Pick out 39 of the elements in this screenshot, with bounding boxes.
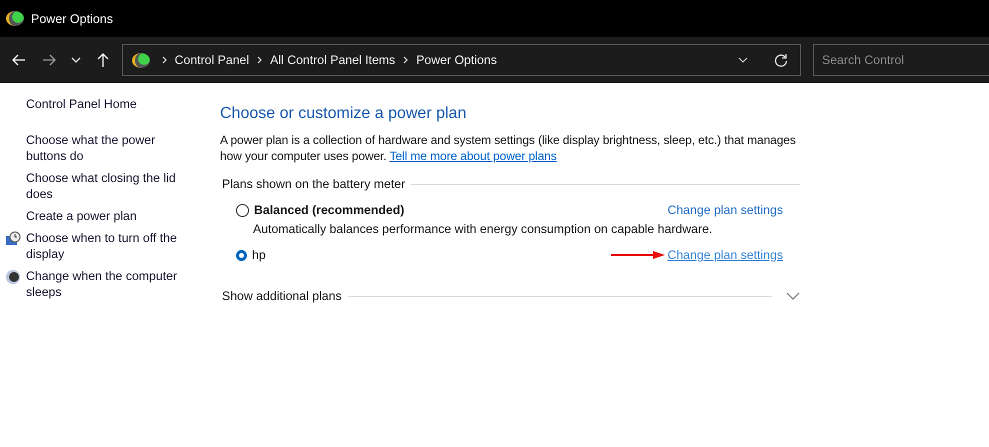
monitor-clock-icon bbox=[5, 231, 21, 247]
up-arrow-icon bbox=[96, 53, 109, 67]
arrow-annotation bbox=[611, 251, 666, 259]
sidebar-link[interactable]: Choose what the power buttons do bbox=[26, 132, 191, 164]
breadcrumb[interactable]: Control Panel bbox=[174, 53, 250, 67]
sidebar-link[interactable]: Control Panel Home bbox=[26, 96, 191, 112]
change-plan-settings-link[interactable]: Change plan settings bbox=[667, 248, 783, 262]
forward-arrow-icon bbox=[42, 54, 56, 66]
refresh-icon[interactable] bbox=[774, 53, 788, 67]
sidebar-link[interactable]: Choose what closing the lid does bbox=[26, 170, 191, 202]
chevron-icon bbox=[403, 56, 408, 64]
description-text: A power plan is a collection of hardware and system settings (like display brightness, sleep, etc.) that manages how your computer uses power. Tell me more about power plans bbox=[220, 132, 797, 164]
plan-description: Automatically balances performance with energy consumption on capable hardware. bbox=[252, 222, 714, 236]
power-options-icon bbox=[6, 11, 24, 26]
chevron-icon bbox=[162, 56, 167, 64]
plan-name: hp bbox=[252, 248, 266, 262]
show-additional-plans-label: Show additional plans bbox=[222, 289, 342, 303]
window-title: Power Options bbox=[31, 12, 113, 26]
radio-button[interactable] bbox=[236, 250, 247, 260]
sidebar-link[interactable]: Change when the computer sleeps bbox=[26, 268, 191, 300]
power-options-icon bbox=[132, 52, 150, 68]
dropdown-icon[interactable] bbox=[738, 57, 748, 63]
chevron-icon bbox=[257, 56, 262, 64]
breadcrumb[interactable]: Power Options bbox=[416, 53, 497, 67]
moon-icon bbox=[5, 269, 21, 285]
group-label: Plans shown on the battery meter bbox=[222, 177, 406, 191]
change-plan-settings-link[interactable]: Change plan settings bbox=[667, 203, 783, 217]
expand-icon[interactable] bbox=[786, 292, 800, 300]
address-bar[interactable]: Control Panel All Control Panel Items Power Options bbox=[122, 44, 802, 76]
page-heading: Choose or customize a power plan bbox=[220, 105, 468, 123]
sidebar-link[interactable]: Create a power plan bbox=[26, 208, 191, 224]
chevron-down-icon bbox=[70, 57, 81, 63]
learn-more-link[interactable]: Tell me more about power plans bbox=[390, 149, 557, 163]
sidebar-link[interactable]: Choose when to turn off the display bbox=[26, 230, 191, 262]
radio-button[interactable] bbox=[236, 204, 249, 216]
back-arrow-icon bbox=[12, 54, 26, 66]
breadcrumb[interactable]: All Control Panel Items bbox=[270, 53, 396, 67]
search-field[interactable]: Search Control bbox=[813, 44, 989, 76]
plan-name: Balanced (recommended) bbox=[254, 203, 404, 217]
